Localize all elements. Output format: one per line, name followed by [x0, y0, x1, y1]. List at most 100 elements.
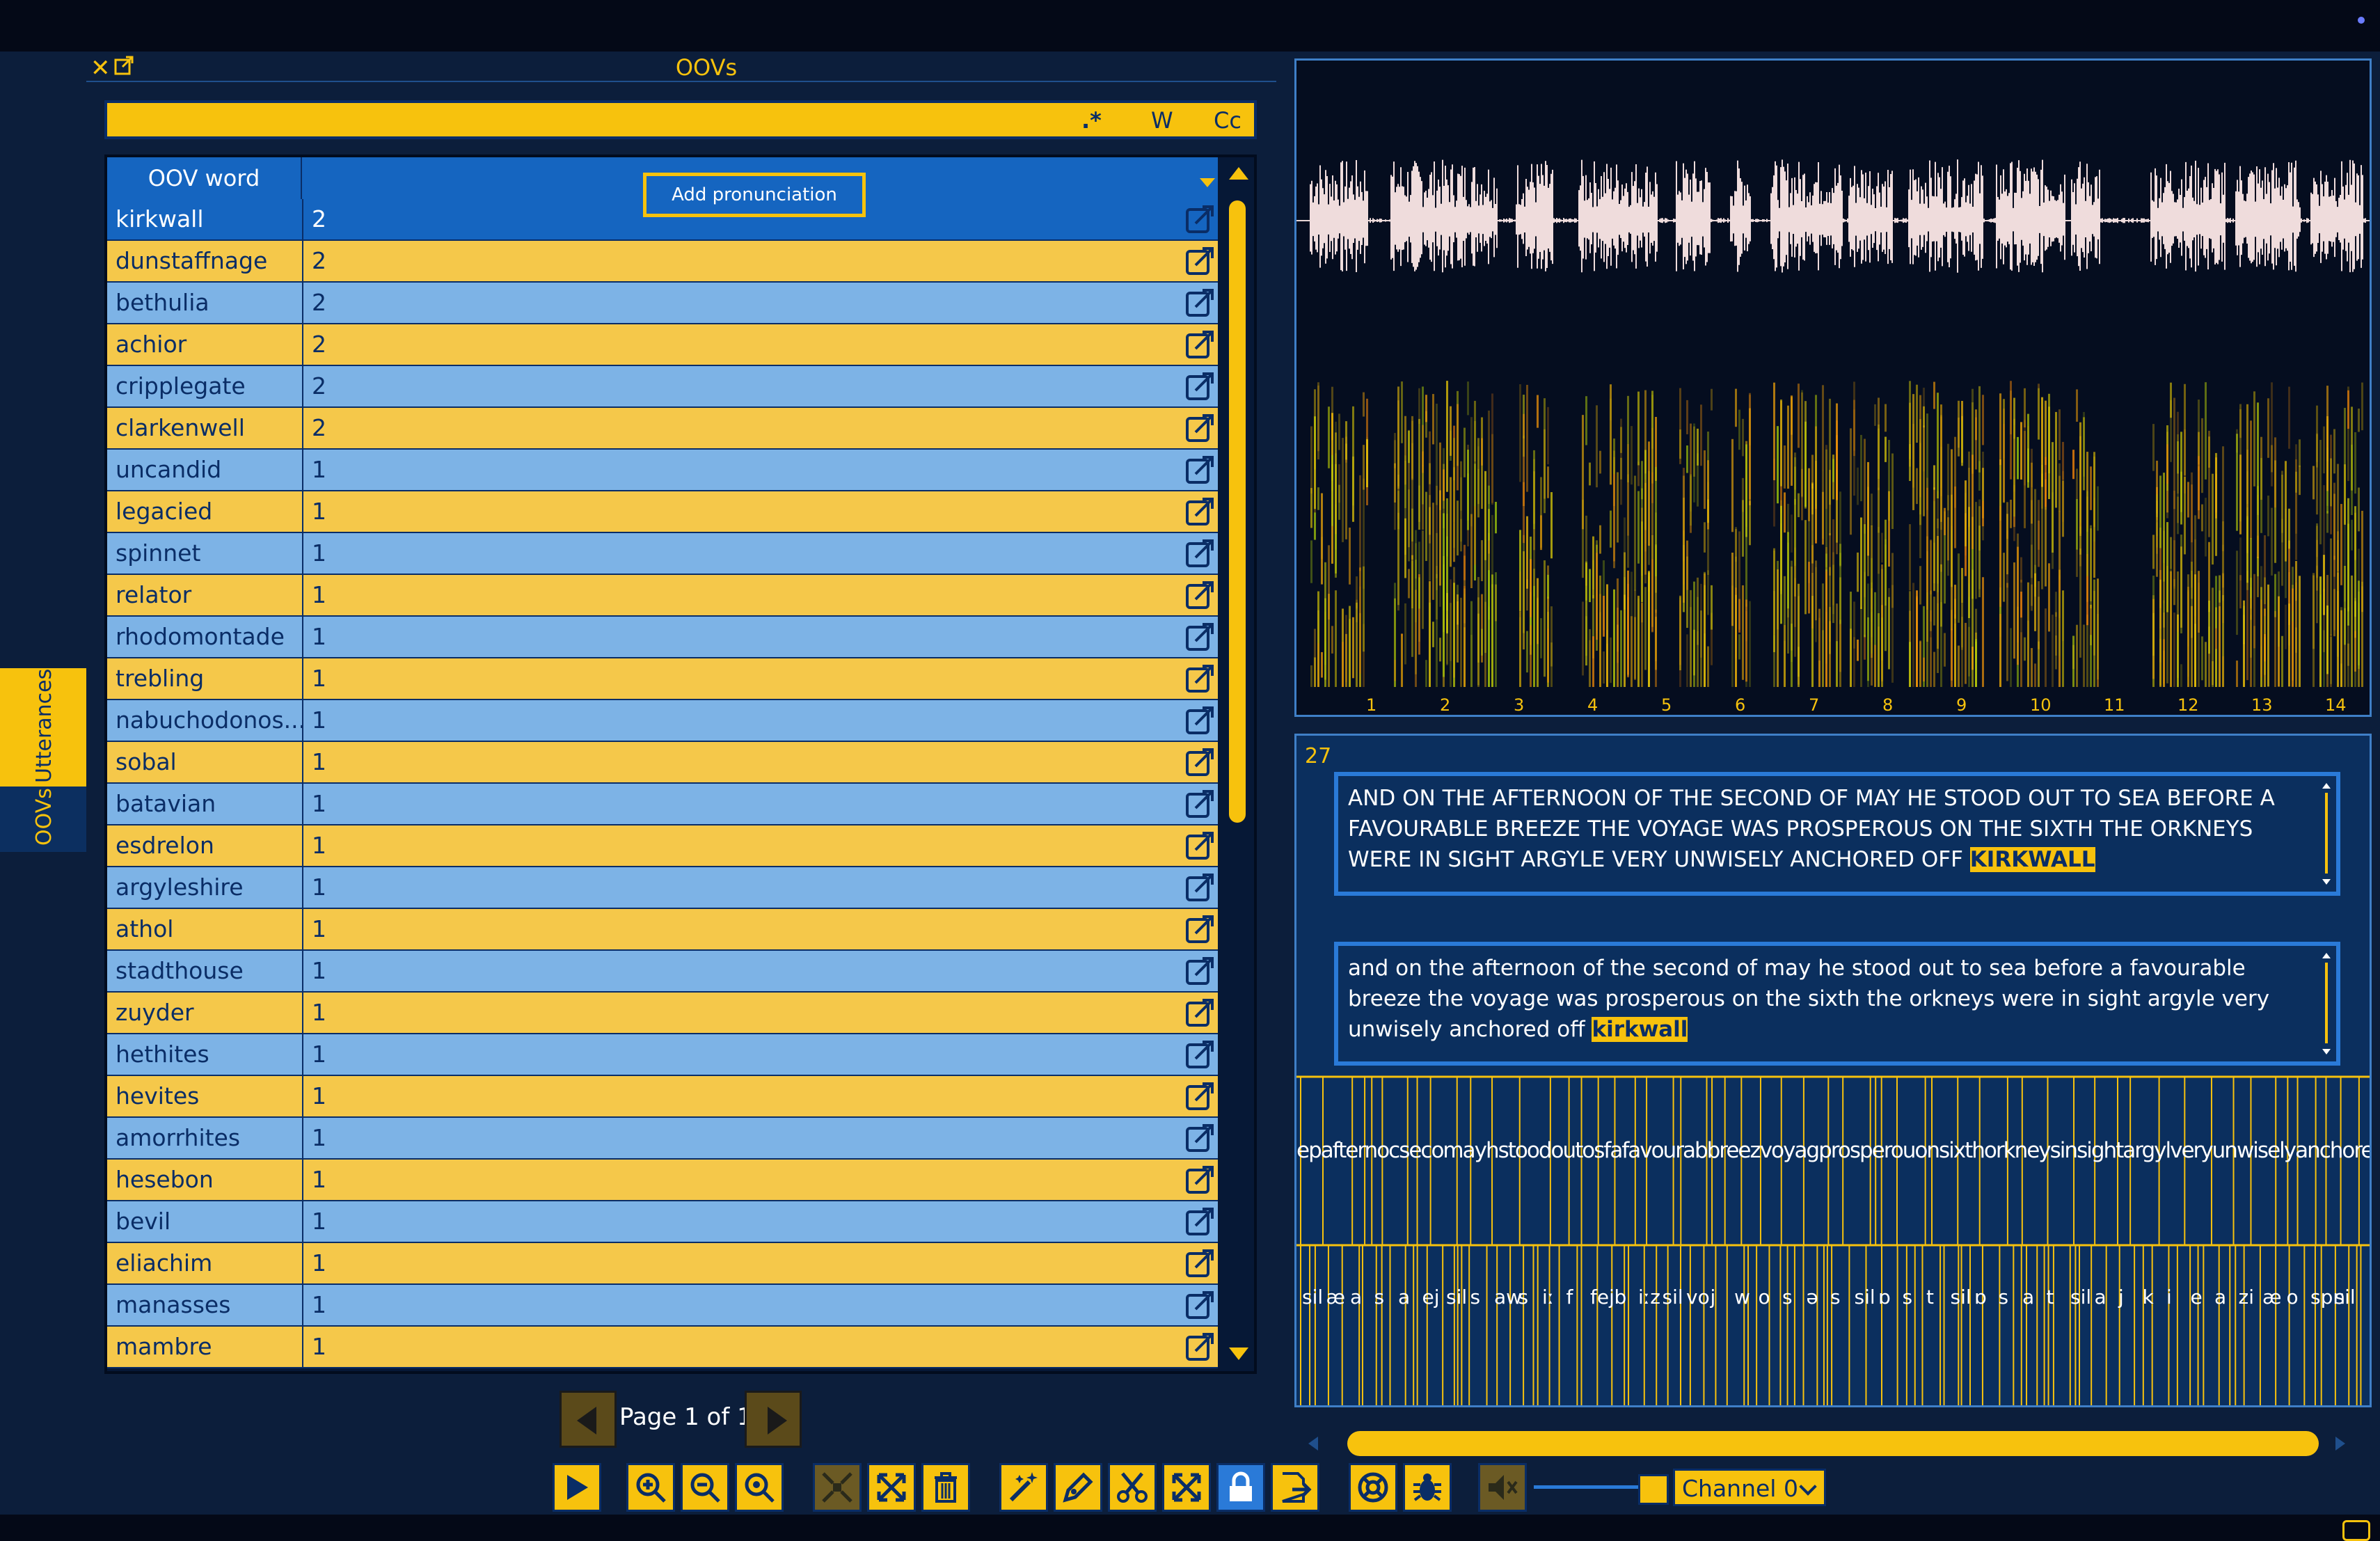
table-row[interactable]: hethites 1 — [107, 1034, 1218, 1076]
cut-button[interactable] — [1108, 1463, 1157, 1512]
scroll-left-icon[interactable] — [1308, 1437, 1318, 1451]
lock-button[interactable] — [1216, 1463, 1265, 1512]
table-row[interactable]: amorrhites 1 — [107, 1118, 1218, 1160]
phone-label[interactable]: e — [2191, 1286, 2203, 1309]
table-scrollbar[interactable] — [1221, 157, 1254, 1371]
edit-icon[interactable] — [1184, 1123, 1215, 1153]
phone-label[interactable]: s — [1903, 1286, 1913, 1309]
scroll-right-icon[interactable] — [2335, 1437, 2345, 1451]
scroll-up-icon[interactable] — [1229, 167, 1248, 180]
phone-label[interactable]: t — [1926, 1286, 1934, 1309]
edit-pen-button[interactable] — [1054, 1463, 1102, 1512]
edit-icon[interactable] — [1184, 455, 1215, 485]
table-row[interactable]: eliachim 1 — [107, 1243, 1218, 1285]
table-row[interactable]: relator 1 — [107, 575, 1218, 617]
mute-button[interactable] — [1478, 1463, 1527, 1512]
edit-icon[interactable] — [1184, 997, 1215, 1028]
text-scrollbar-lower[interactable] — [2322, 953, 2331, 1054]
edit-icon[interactable] — [1184, 1248, 1215, 1279]
edit-icon[interactable] — [1184, 622, 1215, 652]
table-row[interactable]: dunstaffnage 2 — [107, 241, 1218, 283]
next-page-button[interactable] — [745, 1391, 802, 1448]
whole-word-toggle-button[interactable]: W — [1151, 107, 1173, 134]
phone-label[interactable]: ɒ — [1974, 1286, 1987, 1309]
table-row[interactable]: rhodomontade 1 — [107, 617, 1218, 658]
edit-icon[interactable] — [1184, 413, 1215, 443]
text-scrollbar[interactable] — [2322, 783, 2331, 885]
edit-icon[interactable] — [1184, 287, 1215, 318]
phone-label[interactable]: o — [2287, 1286, 2299, 1309]
phone-label[interactable]: æ — [1326, 1286, 1346, 1309]
timeline-scrollbar[interactable] — [1308, 1428, 2345, 1459]
timeline-scrollbar-thumb[interactable] — [1347, 1431, 2319, 1456]
phone-label[interactable]: s — [1374, 1286, 1385, 1309]
edit-icon[interactable] — [1184, 705, 1215, 736]
table-row[interactable]: mambre 1 — [107, 1327, 1218, 1368]
regex-toggle-button[interactable]: .* — [1081, 107, 1102, 134]
fit-button[interactable] — [1162, 1463, 1211, 1512]
phone-label[interactable]: sil — [1446, 1286, 1467, 1309]
table-row[interactable]: clarkenwell 2 — [107, 408, 1218, 450]
edit-icon[interactable] — [1184, 789, 1215, 819]
edit-icon[interactable] — [1184, 747, 1215, 777]
waveform-spectrogram-panel[interactable]: 1 2 3 4 5 6 7 8 9 10 11 12 13 14 — [1294, 58, 2372, 717]
edit-icon[interactable] — [1184, 204, 1215, 235]
edit-icon[interactable] — [1184, 1039, 1215, 1070]
phone-label[interactable]: sil — [1663, 1286, 1683, 1309]
waveform-spectrogram-canvas[interactable] — [1296, 61, 2370, 715]
edit-icon[interactable] — [1184, 914, 1215, 945]
phone-label[interactable]: s — [1470, 1286, 1481, 1309]
phone-label[interactable]: sil — [2070, 1286, 2091, 1309]
phone-label[interactable]: j — [1711, 1286, 1716, 1309]
phone-label[interactable]: ə — [1807, 1286, 1818, 1309]
edit-icon[interactable] — [1184, 329, 1215, 360]
table-row[interactable]: spinnet 1 — [107, 533, 1218, 575]
phone-label[interactable]: æ — [2262, 1286, 2282, 1309]
phone-label[interactable]: s — [1518, 1286, 1529, 1309]
phone-label[interactable]: s — [1830, 1286, 1841, 1309]
table-row[interactable]: bethulia 2 — [107, 283, 1218, 324]
zoom-to-selection-button[interactable] — [735, 1463, 784, 1512]
volume-handle[interactable] — [1638, 1474, 1669, 1505]
table-row[interactable]: uncandid 1 — [107, 450, 1218, 491]
phone-label[interactable]: vo — [1686, 1286, 1710, 1309]
normalized-text-box[interactable]: AND ON THE AFTERNOON OF THE SECOND OF MA… — [1334, 772, 2340, 896]
transcription-text-box[interactable]: and on the afternoon of the second of ma… — [1334, 942, 2340, 1066]
report-bug-button[interactable] — [1403, 1463, 1452, 1512]
scrollbar-thumb[interactable] — [1229, 200, 1246, 823]
phone-label[interactable]: i — [2166, 1286, 2172, 1309]
play-button[interactable] — [553, 1463, 601, 1512]
phone-label[interactable]: o — [1759, 1286, 1770, 1309]
previous-page-button[interactable] — [560, 1391, 617, 1448]
phone-label[interactable]: iːz — [1638, 1286, 1660, 1309]
phone-label[interactable]: a — [1398, 1286, 1410, 1309]
phone-label[interactable]: sil — [1855, 1286, 1875, 1309]
checkbox-icon[interactable] — [2342, 1520, 2370, 1541]
delete-button[interactable] — [921, 1463, 970, 1512]
edit-icon[interactable] — [1184, 956, 1215, 986]
phone-label[interactable]: fej — [1590, 1286, 1615, 1309]
phone-label[interactable]: w — [1734, 1286, 1750, 1309]
phone-label[interactable]: b — [1615, 1286, 1627, 1309]
phone-label[interactable]: j — [2118, 1286, 2124, 1309]
edit-icon[interactable] — [1184, 371, 1215, 402]
phone-label[interactable]: a — [2022, 1286, 2034, 1309]
scroll-down-icon[interactable] — [1229, 1348, 1248, 1360]
phone-label[interactable]: s — [1782, 1286, 1793, 1309]
phone-label[interactable]: s — [1999, 1286, 2009, 1309]
table-row[interactable]: athol 1 — [107, 909, 1218, 951]
zoom-in-button[interactable] — [626, 1463, 675, 1512]
phone-label[interactable]: zi — [2239, 1286, 2254, 1309]
tab-utterances[interactable]: Utterances — [0, 668, 86, 787]
table-row[interactable]: hesebon 1 — [107, 1160, 1218, 1201]
table-row[interactable]: trebling 1 — [107, 658, 1218, 700]
table-row[interactable]: manasses 1 — [107, 1285, 1218, 1327]
channel-select[interactable]: Channel 0 — [1673, 1469, 1826, 1506]
split-button[interactable] — [867, 1463, 916, 1512]
table-row[interactable]: bevil 1 — [107, 1201, 1218, 1243]
export-button[interactable] — [1271, 1463, 1319, 1512]
phone-label[interactable]: iː — [1542, 1286, 1554, 1309]
table-row[interactable]: legacied 1 — [107, 491, 1218, 533]
edit-icon[interactable] — [1184, 1206, 1215, 1237]
phone-label[interactable]: a — [2095, 1286, 2107, 1309]
